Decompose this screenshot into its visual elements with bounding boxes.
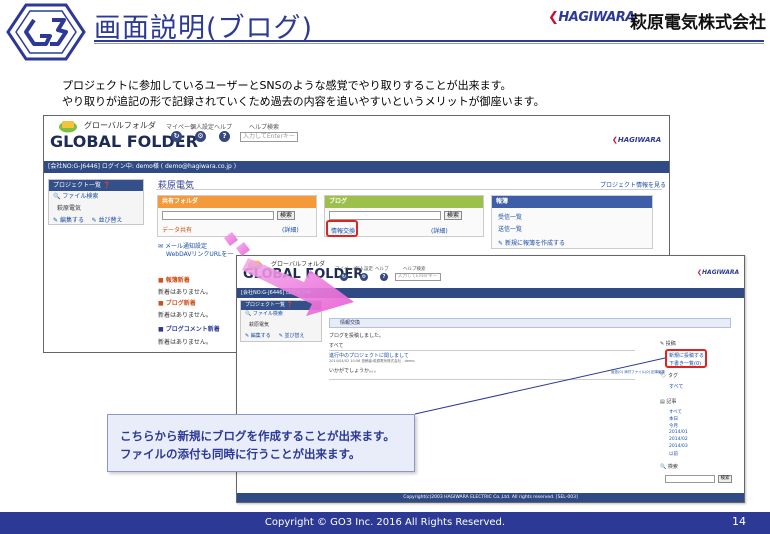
shared-folder-search-button[interactable]: 検索 [277, 211, 295, 220]
slide-footer: Copyright © GO3 Inc. 2016 All Rights Res… [0, 512, 770, 534]
company-item[interactable]: 萩原電気 [49, 200, 143, 212]
panel-actions: ✎ 編集する ✎ 並び替え [241, 328, 321, 339]
sort-link[interactable]: ✎ 並び替え [279, 333, 305, 339]
shared-folder-header: 共有フォルダ [158, 196, 316, 208]
article-link[interactable]: 以前 [669, 451, 678, 457]
panel-actions: ✎ 編集する ✎ 並び替え [49, 212, 143, 224]
title-rule [94, 40, 764, 42]
blog-news-header: ■ ブログ新着 [158, 300, 196, 307]
nav-settings-label: 個人設定 [190, 124, 215, 131]
create-post-highlight [665, 349, 707, 368]
copyright: Copyright © GO3 Inc. 2016 All Rights Res… [264, 517, 506, 528]
help-search-label: ヘルプ検索 [403, 267, 426, 272]
board-box: 報簿 受信一覧 送信一覧 ✎ 新規に報簿を作成する [491, 195, 653, 249]
blog-search-button[interactable]: 検索 [718, 475, 732, 483]
project-list-panel: プロジェクト一覧 ❓ 🔍 ファイル検索 萩原電気 ✎ 編集する ✎ 並び替え [48, 179, 144, 225]
project-info-link[interactable]: プロジェクト情報を見る [600, 180, 666, 189]
callout-box: こちらから新規にブログを作成することが出来ます。 ファイルの添付も同時に行うこと… [107, 414, 415, 472]
project-list-header: プロジェクト一覧 ❓ [49, 180, 143, 191]
blog-news-empty: 新着はありません。 [158, 312, 212, 319]
filter-divider [329, 350, 635, 351]
login-bar: [会社NO:G-J6446] ログイン中: demo様 ( demo@hagiw… [44, 161, 669, 173]
sort-link[interactable]: ✎ 並び替え [92, 217, 123, 224]
help-icon[interactable]: ❓ [103, 182, 110, 189]
articles-section-header: ▤ 記事 [660, 399, 677, 405]
board-sent-link[interactable]: 送信一覧 [498, 224, 522, 233]
article-link[interactable]: すべて [669, 409, 682, 415]
blog-header: ブログ [325, 196, 483, 208]
mypage-icon[interactable]: ↻ [171, 131, 182, 142]
post-section-header: ✎ 投稿 [660, 341, 676, 347]
comment-news-empty: 新着はありません。 [158, 339, 212, 346]
settings-icon[interactable]: ⚙ [195, 131, 206, 142]
nav-help-label: ヘルプ [375, 267, 389, 272]
post-body: いかがでしょうか。。。 [329, 368, 379, 374]
title-rule-thin [94, 43, 764, 44]
edit-link[interactable]: ✎ 編集する [245, 333, 271, 339]
article-link[interactable]: 2014/03 [669, 444, 688, 449]
search-section-header: 🔍 検索 [660, 464, 678, 470]
blog-search-button[interactable]: 検索 [444, 211, 462, 220]
page-number: 14 [732, 515, 746, 528]
nav-help-label: ヘルプ [214, 124, 233, 131]
filter-label: すべて [329, 343, 344, 349]
app-footer: Copyright(c)2003 HAGIWARA ELECTRIC Co.,L… [237, 493, 744, 502]
callout-line-2: ファイルの添付も同時に行うことが出来ます。 [120, 447, 361, 461]
transition-arrow-icon [224, 232, 354, 316]
edit-link[interactable]: ✎ 編集する [53, 217, 84, 224]
hagiwara-logo: ❮HAGIWARA [548, 10, 635, 25]
blog-search-input[interactable] [329, 211, 441, 220]
help-icon[interactable]: ? [219, 131, 230, 142]
shared-folder-search-input[interactable] [162, 211, 274, 220]
post-divider [329, 379, 635, 380]
description-line-2: やり取りが追記の形で記録されていくため過去の内容を追いやすいというメリットが御座… [62, 95, 545, 108]
tag-section-header: 🏷 タグ [660, 373, 678, 379]
file-search-link[interactable]: 🔍 ファイル検索 [49, 191, 143, 200]
hagiwara-logo-small: ❮HAGIWARA [697, 269, 740, 276]
article-link[interactable]: 今月 [669, 423, 678, 429]
go3-logo-icon [6, 3, 86, 61]
blog-search-input[interactable] [665, 475, 715, 483]
help-icon[interactable]: ? [380, 273, 388, 281]
comment-news-header: ■ ブログコメント新着 [158, 326, 220, 333]
globe-folder-icon [59, 121, 77, 133]
article-link[interactable]: 2014/02 [669, 437, 688, 442]
help-search-label: ヘルプ検索 [249, 124, 280, 131]
brand-jp: グローバルフォルダ [84, 121, 156, 130]
post-meta: 2014/04/02 10:56 投稿者:萩原電気株式会社 - demo [329, 359, 415, 363]
tag-all-link[interactable]: すべて [669, 383, 683, 390]
company-name: 萩原電気株式会社 [630, 13, 766, 33]
post-actions-link[interactable]: 返信(0) 添付ファイル(0) 記事編集 [611, 370, 665, 375]
board-new-link[interactable]: ✎ 新規に報簿を作成する [498, 238, 565, 247]
board-inbox-link[interactable]: 受信一覧 [498, 212, 522, 221]
callout-line-1: こちらから新規にブログを作成することが出来ます。 [120, 429, 395, 443]
help-search-input[interactable]: 入力してEnterキー [395, 273, 441, 281]
article-link[interactable]: 本日 [669, 416, 678, 422]
blog-intro: ブログを投稿しました。 [329, 333, 385, 339]
data-share-link[interactable]: データ共有 [162, 225, 192, 234]
news-empty: 新着はありません。 [158, 289, 212, 296]
hagiwara-mark-icon: ❮ [548, 10, 559, 25]
help-search-input[interactable]: 入力してEnterキー [240, 132, 298, 142]
article-link[interactable]: 2014/01 [669, 430, 688, 435]
news-header: ■ 報簿新着 [158, 277, 190, 284]
post-title-link[interactable]: 進行中のプロジェクトに関しまして [329, 352, 409, 359]
board-header: 報簿 [492, 196, 652, 208]
org-underline [156, 189, 662, 190]
blog-detail-link[interactable]: (詳細) [431, 226, 448, 235]
app-header: グローバルフォルダ GLOBAL FOLDER マイページ 個人設定 ヘルプ ↻… [44, 116, 669, 161]
hagiwara-logo-small: ❮HAGIWARA [612, 136, 662, 144]
blog-title-bar: 情報交換 [329, 318, 731, 328]
description-line-1: プロジェクトに参加しているユーザーとSNSのような感覚でやり取りすることが出来ま… [62, 79, 512, 92]
